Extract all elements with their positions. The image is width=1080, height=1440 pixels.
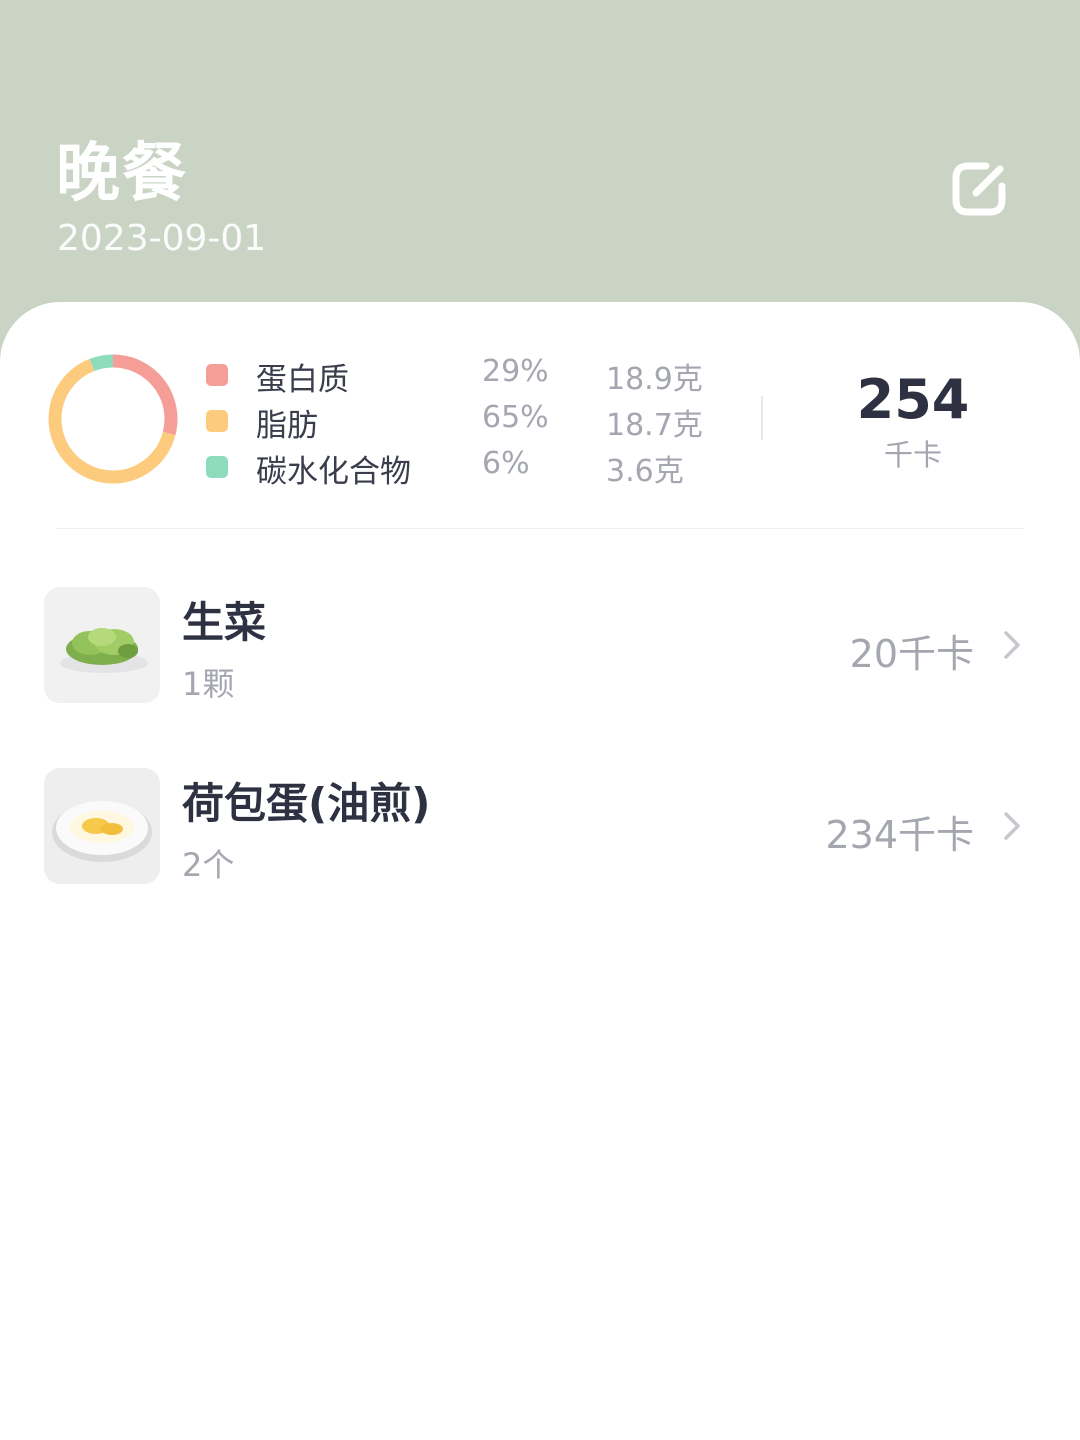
food-item-lettuce[interactable]: 生菜 1颗 20千卡 bbox=[0, 587, 1080, 707]
food-portion: 1颗 bbox=[182, 665, 235, 703]
lettuce-thumbnail bbox=[44, 587, 160, 703]
carbs-color-dot bbox=[206, 456, 228, 478]
chevron-right-icon bbox=[1004, 812, 1020, 840]
macro-percent: 65% bbox=[482, 400, 549, 435]
meal-date: 2023-09-01 bbox=[57, 218, 267, 259]
food-kcal: 234千卡 bbox=[825, 813, 974, 857]
macro-grams: 18.7克 bbox=[606, 408, 703, 443]
edit-square-icon bbox=[952, 162, 1006, 216]
macro-name: 蛋白质 bbox=[256, 362, 349, 398]
edit-button[interactable] bbox=[946, 156, 1016, 222]
fat-color-dot bbox=[206, 410, 228, 432]
macro-name: 碳水化合物 bbox=[256, 454, 411, 490]
macro-percent: 6% bbox=[482, 446, 530, 481]
macro-name: 脂肪 bbox=[256, 408, 318, 444]
macro-grams: 3.6克 bbox=[606, 454, 684, 489]
summary-divider bbox=[761, 396, 763, 440]
chevron-right-icon bbox=[1004, 631, 1020, 659]
meal-title: 晚餐 bbox=[56, 137, 188, 211]
food-portion: 2个 bbox=[182, 846, 235, 884]
fried-egg-thumbnail bbox=[44, 768, 160, 884]
macro-grams: 18.9克 bbox=[606, 362, 703, 397]
section-divider bbox=[56, 528, 1024, 529]
macro-row-fat: 脂肪 65% 18.7克 bbox=[0, 400, 760, 446]
macro-row-protein: 蛋白质 29% 18.9克 bbox=[0, 354, 760, 400]
meal-card: 蛋白质 29% 18.9克 脂肪 65% 18.7克 碳水化合物 6% 3.6克… bbox=[0, 302, 1080, 1440]
protein-color-dot bbox=[206, 364, 228, 386]
total-kcal: 254 bbox=[856, 368, 970, 431]
macro-row-carbs: 碳水化合物 6% 3.6克 bbox=[0, 446, 760, 492]
header: 晚餐 2023-09-01 bbox=[0, 0, 1080, 330]
total-kcal-unit: 千卡 bbox=[883, 438, 942, 472]
macro-percent: 29% bbox=[482, 354, 549, 389]
food-name: 生菜 bbox=[182, 598, 267, 647]
food-item-fried-egg[interactable]: 荷包蛋(油煎) 2个 234千卡 bbox=[0, 768, 1080, 888]
food-name: 荷包蛋(油煎) bbox=[182, 779, 431, 828]
food-kcal: 20千卡 bbox=[849, 632, 974, 676]
